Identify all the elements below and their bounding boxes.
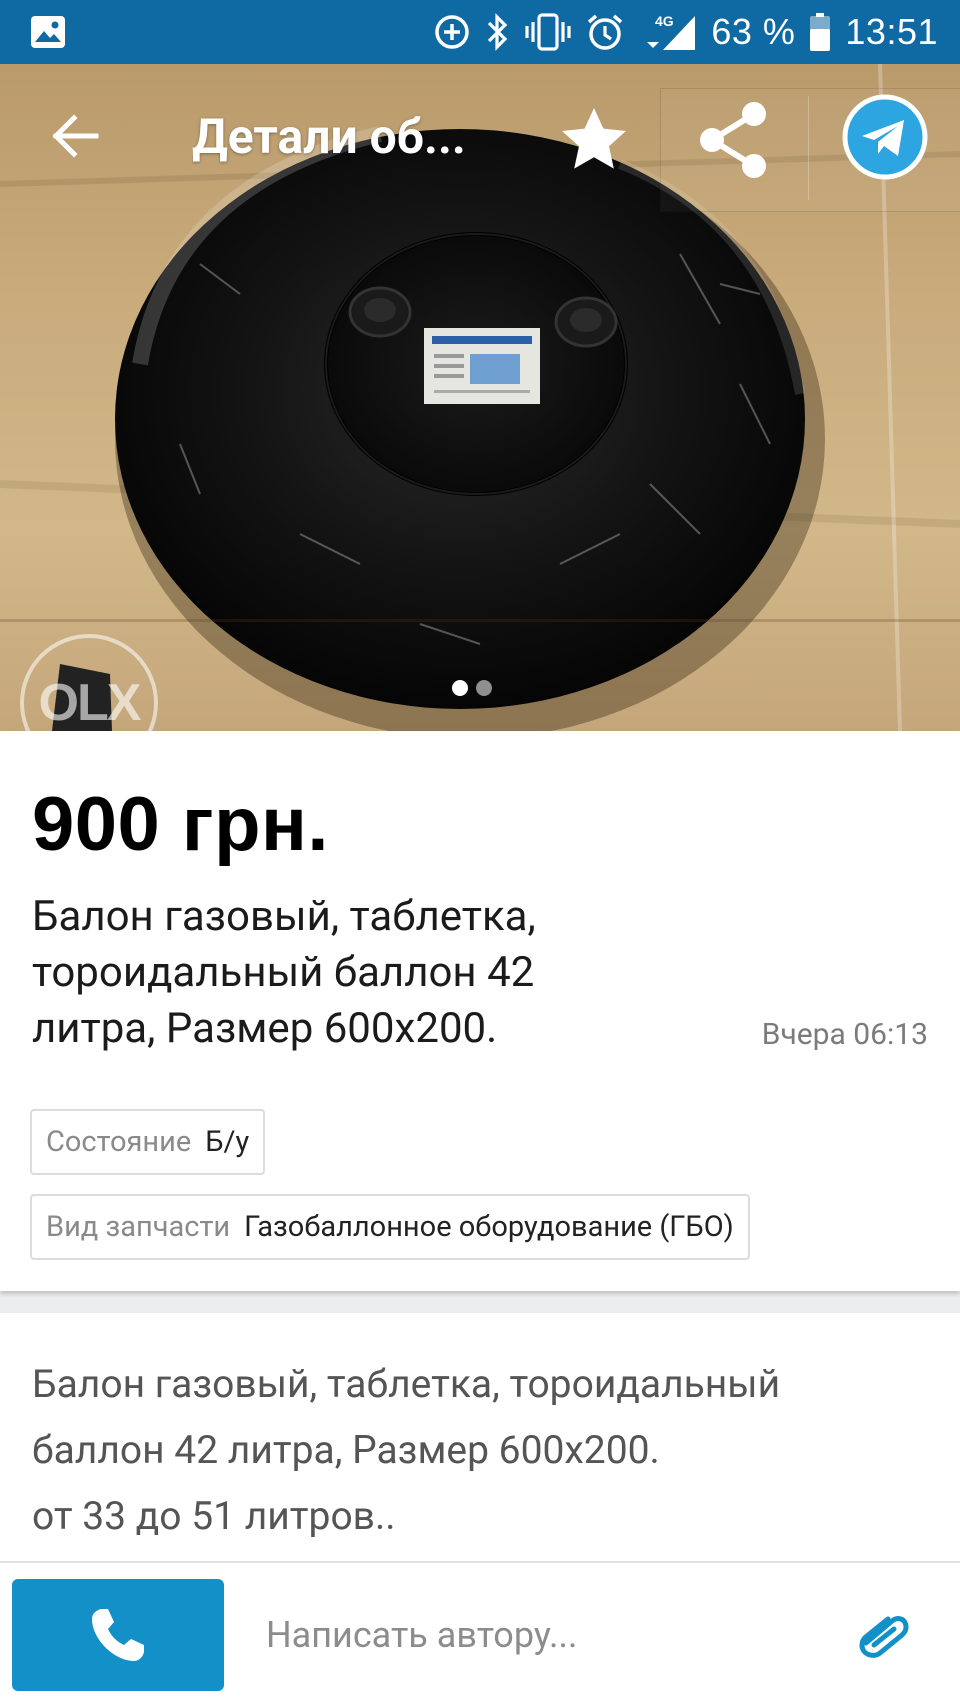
ad-price: 900 грн.: [32, 782, 330, 867]
ad-date: Вчера 06:13: [761, 1017, 928, 1052]
param-value: Газобаллонное оборудование (ГБО): [244, 1210, 734, 1244]
param-label: Вид запчасти: [46, 1210, 231, 1244]
favorite-button[interactable]: [558, 104, 630, 176]
gallery-notification-icon: [30, 15, 66, 49]
back-button[interactable]: [48, 108, 104, 164]
app-toolbar: Детали об...: [0, 64, 960, 212]
signal-4g-icon: 4G: [639, 12, 697, 52]
param-label: Состояние: [46, 1125, 192, 1159]
share-button[interactable]: [696, 100, 772, 180]
battery-icon: [809, 12, 831, 52]
svg-text:4G: 4G: [655, 13, 674, 29]
gallery-pager: [452, 680, 492, 696]
arrow-back-icon: [52, 114, 99, 158]
star-icon: [562, 108, 626, 169]
ad-description: Балон газовый, таблетка, тороидальный ба…: [32, 1351, 932, 1549]
telegram-icon: [842, 94, 928, 180]
bluetooth-icon: [485, 12, 511, 52]
description-line: от 33 до 51 литров..: [32, 1493, 396, 1539]
status-bar: 4G 63 % 13:51: [0, 0, 960, 64]
paperclip-icon: [859, 1616, 909, 1658]
param-part-type: Вид запчасти Газобаллонное оборудование …: [30, 1194, 750, 1260]
message-input[interactable]: [266, 1597, 826, 1673]
call-button[interactable]: [12, 1579, 224, 1691]
description-line: баллон 42 литра, Размер 600х200.: [32, 1427, 660, 1473]
param-value: Б/у: [205, 1125, 250, 1159]
alarm-icon: [585, 12, 625, 52]
description-line: Балон газовый, таблетка, тороидальный: [32, 1361, 781, 1407]
contact-bar: [0, 1561, 960, 1707]
share-divider: [808, 96, 809, 200]
ad-info-card: 900 грн. Балон газовый, таблетка, тороид…: [0, 731, 960, 1291]
battery-percent: 63 %: [711, 11, 796, 52]
phone-icon: [92, 1609, 144, 1661]
vibrate-icon: [525, 12, 571, 52]
cardboard-seam: [0, 619, 960, 622]
pager-dot: [476, 680, 492, 696]
attach-button[interactable]: [852, 1609, 912, 1661]
page-title: Детали об...: [192, 108, 466, 165]
ad-title: Балон газовый, таблетка, тороидальный ба…: [32, 892, 536, 1053]
clock: 13:51: [845, 11, 938, 52]
pager-dot-active: [452, 680, 468, 696]
share-icon: [700, 102, 766, 178]
telegram-share-button[interactable]: [842, 94, 928, 180]
param-condition: Состояние Б/у: [30, 1109, 266, 1175]
data-saver-icon: [433, 13, 471, 51]
ad-description-card: Балон газовый, таблетка, тороидальный ба…: [0, 1313, 960, 1573]
